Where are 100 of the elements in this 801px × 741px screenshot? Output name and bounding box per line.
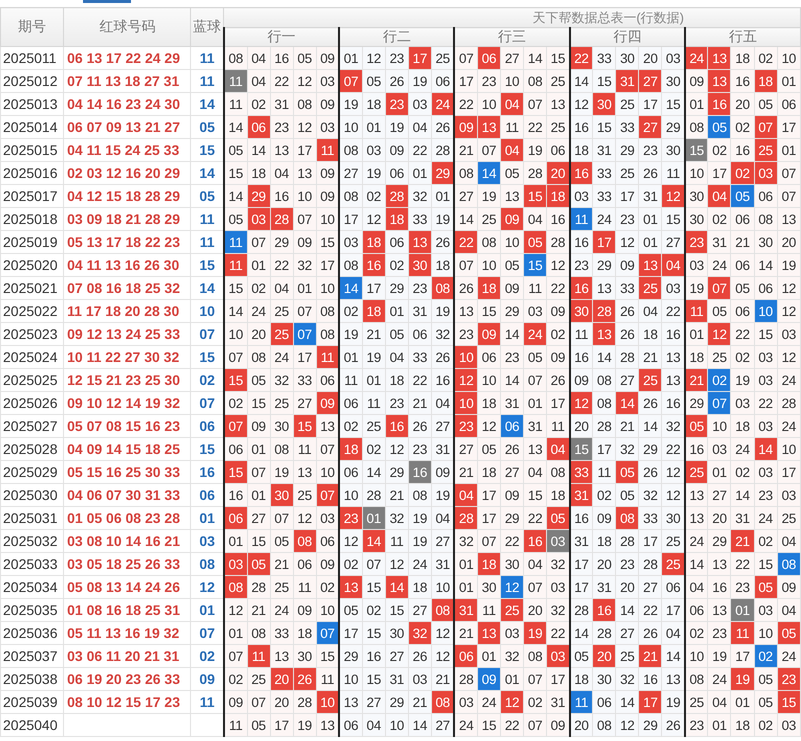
number-cell: 14: [616, 598, 639, 622]
number-cell: 25: [638, 276, 662, 300]
number-cell: 21: [385, 484, 408, 506]
number-cell: 29: [592, 254, 616, 276]
number-cell: 19: [362, 162, 386, 184]
number-cell: 16: [730, 70, 754, 92]
number-cell: 03: [777, 484, 800, 506]
number-cell: 01: [247, 254, 270, 276]
number-cell: 08: [339, 254, 362, 276]
number-cell: 12: [570, 392, 593, 414]
number-cell: 17: [293, 346, 316, 368]
number-cell: 12: [616, 230, 639, 254]
number-cell: 21: [730, 530, 754, 552]
column-header: 期号: [0, 8, 64, 46]
number-cell: 32: [616, 668, 639, 690]
number-cell: 17: [777, 116, 800, 138]
number-cell: 18: [570, 138, 593, 162]
number-cell: 15: [224, 460, 247, 484]
number-cell: 15: [524, 184, 547, 208]
number-cell: 18: [293, 622, 316, 644]
issue-cell: 2025039: [0, 690, 64, 714]
number-cell: 12: [616, 714, 639, 736]
number-cell: 02: [224, 392, 247, 414]
number-cell: 14: [754, 254, 778, 276]
number-cell: 10: [754, 300, 778, 322]
number-cell: 18: [477, 552, 501, 576]
number-cell: 10: [708, 414, 731, 438]
number-cell: 23: [385, 92, 408, 116]
number-cell: 02: [708, 368, 731, 392]
number-cell: 20: [546, 162, 570, 184]
number-cell: 14: [224, 184, 247, 208]
number-cell: 03: [570, 184, 593, 208]
number-cell: 24: [408, 552, 432, 576]
number-cell: 09: [684, 70, 708, 92]
issue-cell: 2025026: [0, 392, 64, 414]
number-cell: 18: [570, 668, 593, 690]
number-cell: 01: [524, 392, 547, 414]
number-cell: 11: [524, 276, 547, 300]
number-cell: 16: [362, 644, 386, 668]
number-cell: 13: [592, 276, 616, 300]
number-cell: 14: [477, 162, 501, 184]
number-cell: 26: [454, 276, 478, 300]
issue-cell: 2025036: [0, 622, 64, 644]
number-cell: 26: [638, 460, 662, 484]
number-cell: 10: [754, 622, 778, 644]
number-cell: 07: [362, 552, 386, 576]
number-cell: 19: [524, 622, 547, 644]
number-cell: 28: [616, 530, 639, 552]
main-numbers-cell: 05 07 08 15 16 23: [64, 414, 191, 438]
number-cell: 01: [684, 92, 708, 116]
number-cell: 06: [408, 322, 432, 346]
main-numbers-cell: 05 15 16 25 30 33: [64, 460, 191, 484]
number-cell: 02: [684, 622, 708, 644]
number-cell: 16: [570, 230, 593, 254]
number-cell: 29: [638, 714, 662, 736]
number-cell: 29: [270, 230, 294, 254]
number-cell: 12: [662, 484, 685, 506]
number-cell: 07: [524, 714, 547, 736]
number-cell: 04: [247, 70, 270, 92]
number-cell: 02: [754, 530, 778, 552]
number-cell: 15: [362, 668, 386, 690]
issue-cell: 2025030: [0, 484, 64, 506]
number-cell: 29: [385, 460, 408, 484]
number-cell: 30: [270, 484, 294, 506]
number-cell: 14: [454, 208, 478, 230]
number-cell: 27: [662, 230, 685, 254]
number-cell: 21: [408, 392, 432, 414]
number-cell: 12: [477, 414, 501, 438]
number-cell: 26: [408, 644, 432, 668]
number-cell: 17: [638, 530, 662, 552]
number-cell: 31: [570, 530, 593, 552]
number-cell: 05: [754, 576, 778, 598]
number-cell: 05: [754, 690, 778, 714]
number-cell: 11: [224, 92, 247, 116]
number-cell: 03: [500, 622, 524, 644]
number-cell: 16: [524, 530, 547, 552]
number-cell: 27: [638, 70, 662, 92]
number-cell: 19: [708, 644, 731, 668]
number-cell: 01: [454, 552, 478, 576]
number-cell: 17: [362, 276, 386, 300]
number-cell: 08: [293, 530, 316, 552]
number-cell: 15: [524, 254, 547, 276]
number-cell: 11: [224, 714, 247, 736]
number-cell: 11: [570, 690, 593, 714]
number-cell: 04: [500, 92, 524, 116]
number-cell: 06: [293, 552, 316, 576]
number-cell: 18: [385, 368, 408, 392]
number-cell: 01: [730, 690, 754, 714]
number-cell: 19: [270, 460, 294, 484]
number-cell: 18: [754, 70, 778, 92]
number-cell: 22: [454, 230, 478, 254]
number-cell: 14: [224, 300, 247, 322]
number-cell: 05: [730, 184, 754, 208]
number-cell: 24: [684, 530, 708, 552]
number-cell: 12: [293, 116, 316, 138]
number-cell: 21: [408, 690, 432, 714]
number-cell: 27: [293, 392, 316, 414]
number-cell: 06: [385, 230, 408, 254]
number-cell: 17: [616, 184, 639, 208]
number-cell: 02: [362, 598, 386, 622]
